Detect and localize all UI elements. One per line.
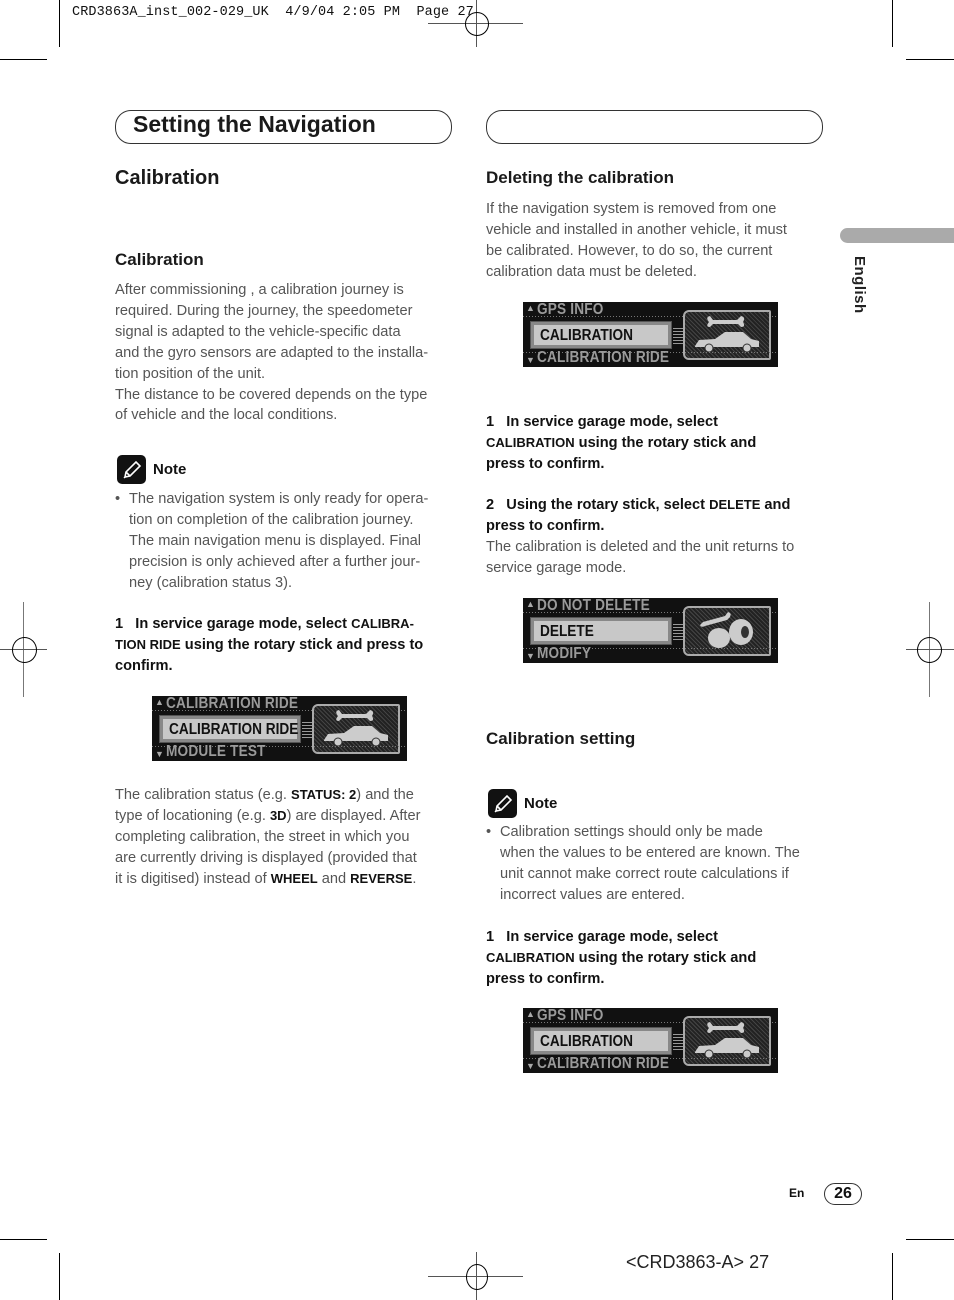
note-bullet: • The navigation system is only ready for… — [115, 491, 429, 591]
up-arrow-icon: ▲ — [526, 599, 535, 609]
lcd-screen-calibration: ▲ GPS INFO CALIBRATION ▼ CALIBRATION RID… — [523, 302, 778, 367]
down-arrow-icon: ▼ — [155, 749, 164, 759]
pencil-icon — [488, 789, 517, 818]
registration-mark — [12, 637, 37, 663]
section-title-box-empty — [486, 110, 823, 144]
lcd-bottom-item: MODIFY — [537, 645, 592, 662]
up-arrow-icon: ▲ — [155, 697, 164, 707]
step-1-setting: 1 In service garage mode, select CALIBRA… — [486, 929, 757, 987]
pencil-icon — [117, 455, 146, 484]
deleting-paragraph: If the navigation system is removed from… — [486, 201, 787, 280]
lcd-screen-delete: ▲ DO NOT DELETE DELETE ▼ MODIFY — [523, 598, 778, 663]
subheading-calibration: Calibration — [115, 250, 204, 269]
status-paragraph: The calibration status (e.g. STATUS: 2) … — [115, 787, 421, 887]
heading-deleting-calibration: Deleting the calibration — [486, 168, 674, 187]
heading-calibration: Calibration — [115, 167, 220, 189]
lcd-bottom-item: MODULE TEST — [166, 743, 266, 760]
down-arrow-icon: ▼ — [526, 355, 535, 365]
up-arrow-icon: ▲ — [526, 1009, 535, 1019]
page-number: 26 — [824, 1183, 862, 1205]
note-bullet: • Calibration settings should only be mad… — [486, 824, 800, 903]
crop-mark — [906, 1239, 954, 1240]
registration-mark — [917, 637, 942, 663]
note-label: Note — [524, 795, 558, 812]
step-2-deleting: 2 Using the rotary stick, select DELETE … — [486, 497, 791, 534]
document-code: <CRD3863-A> 27 — [626, 1252, 770, 1272]
section-title: Setting the Navigation — [133, 111, 376, 137]
language-tab — [840, 228, 954, 243]
down-arrow-icon: ▼ — [526, 651, 535, 661]
lcd-screen-calibration-ride: ▲ CALIBRATION RIDE CALIBRATION RIDE ▼ MO… — [152, 696, 407, 761]
deleting-result: The calibration is deleted and the unit … — [486, 539, 795, 576]
crop-mark — [59, 0, 60, 47]
note-heading: Note — [117, 455, 186, 484]
step-1-deleting: 1 In service garage mode, select CALIBRA… — [486, 414, 757, 472]
crop-mark — [892, 1253, 893, 1300]
lcd-selected-item: DELETE — [530, 617, 672, 645]
intro-paragraph: After commissioning , a calibration jour… — [115, 282, 429, 424]
step-1-left: 1 In service garage mode, select CALIBRA… — [115, 616, 424, 674]
heading-calibration-setting: Calibration setting — [486, 729, 636, 748]
print-header: CRD3863A_inst_002-029_UK 4/9/04 2:05 PM … — [72, 5, 474, 20]
lcd-selected-item: CALIBRATION RIDE — [159, 715, 301, 743]
footer-language: En — [789, 1186, 805, 1200]
lcd-selected-item: CALIBRATION — [530, 1027, 672, 1055]
language-label: English — [851, 256, 868, 314]
registration-mark — [466, 1264, 488, 1290]
up-arrow-icon: ▲ — [526, 303, 535, 313]
lcd-selected-item: CALIBRATION — [530, 321, 672, 349]
crop-mark — [0, 59, 47, 60]
lcd-bottom-item: CALIBRATION RIDE — [537, 1055, 670, 1072]
lcd-screen-calibration: ▲ GPS INFO CALIBRATION ▼ CALIBRATION RID… — [523, 1008, 778, 1073]
down-arrow-icon: ▼ — [526, 1061, 535, 1071]
lcd-bottom-item: CALIBRATION RIDE — [537, 349, 670, 366]
note-heading: Note — [488, 789, 557, 818]
note-label: Note — [153, 461, 187, 478]
crop-mark — [0, 1239, 47, 1240]
crop-mark — [906, 59, 954, 60]
crop-mark — [892, 0, 893, 47]
crop-mark — [59, 1253, 60, 1300]
